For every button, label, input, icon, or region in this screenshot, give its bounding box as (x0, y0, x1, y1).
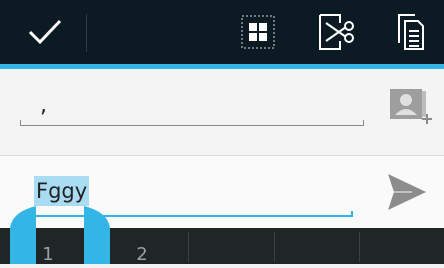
text-selection-action-bar (0, 0, 444, 64)
cut-button[interactable] (308, 8, 364, 56)
selection-end-handle[interactable] (84, 206, 120, 264)
send-button[interactable] (382, 170, 432, 214)
key[interactable] (275, 228, 359, 264)
recipient-field-underline (20, 120, 364, 126)
checkmark-icon (28, 19, 62, 45)
action-bar-divider (86, 14, 87, 52)
keyboard-top-row: 1 2 (0, 228, 444, 264)
copy-button[interactable] (382, 8, 440, 56)
message-field-underline (22, 211, 353, 217)
cut-icon (319, 14, 354, 50)
selection-handle-left-icon (10, 206, 36, 264)
send-icon (388, 174, 426, 210)
select-all-icon (241, 15, 275, 49)
selection-start-handle[interactable] (4, 206, 40, 264)
recipient-field[interactable]: , (40, 95, 47, 117)
done-button[interactable] (16, 8, 74, 56)
add-contact-button[interactable] (384, 85, 434, 129)
key[interactable] (189, 228, 274, 264)
selection-handle-right-icon (84, 206, 110, 264)
compose-area: Fggy (0, 156, 444, 228)
select-all-button[interactable] (232, 8, 284, 56)
key[interactable] (360, 228, 444, 264)
add-contact-icon (390, 89, 432, 124)
message-text-selected[interactable]: Fggy (34, 176, 90, 206)
recipients-area: , (0, 69, 444, 155)
copy-icon (398, 14, 424, 50)
